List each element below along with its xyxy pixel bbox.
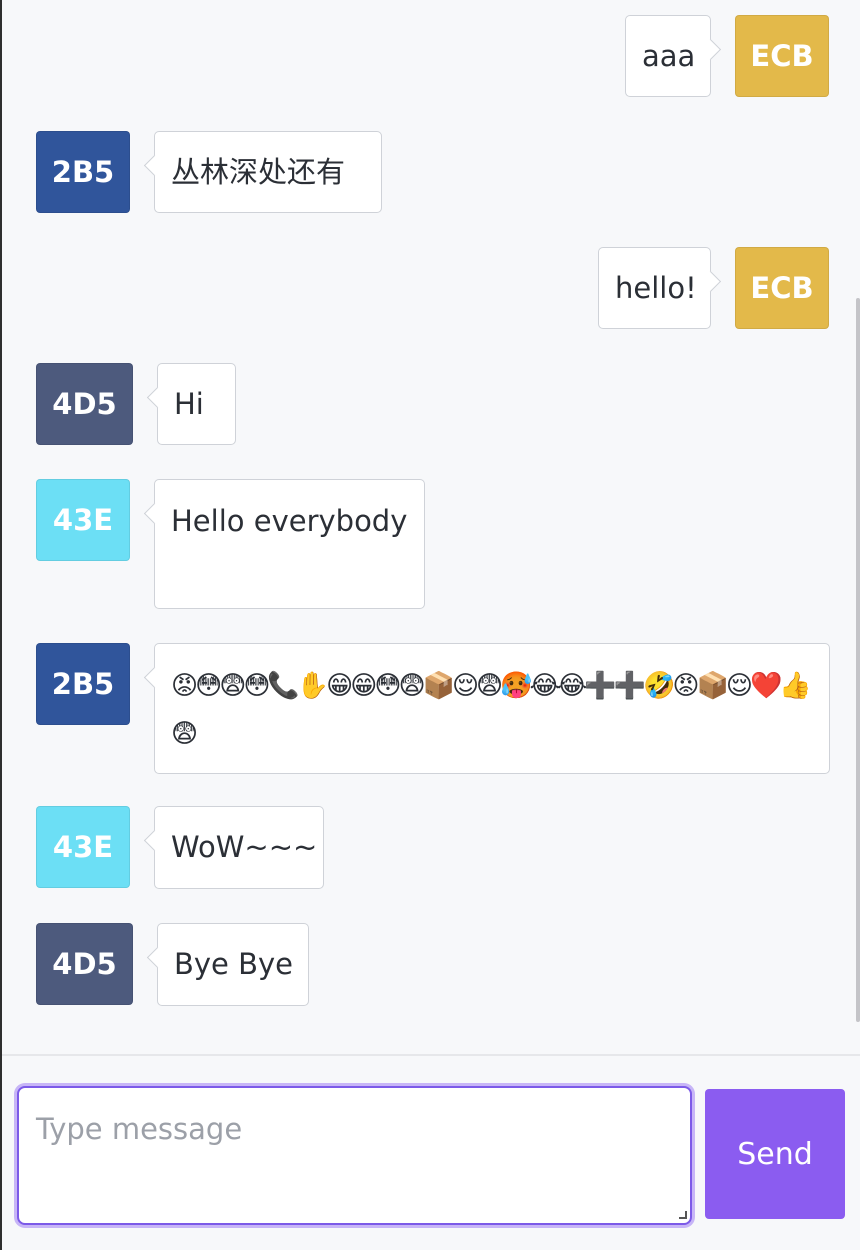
message-text: Hi (174, 387, 204, 421)
send-button[interactable]: Send (705, 1089, 845, 1219)
message-text: 😡😳😨😳📞✋😁😁😳😨📦😌😨🥵😂😂➕➕🤣😡📦😌❤️👍😨 (171, 671, 812, 749)
message-text: 丛林深处还有 (171, 155, 346, 189)
avatar: 43E (36, 479, 130, 561)
avatar: 4D5 (36, 363, 133, 445)
message-bubble: aaa (625, 15, 711, 97)
scrollbar[interactable] (856, 298, 860, 1022)
avatar: ECB (735, 15, 829, 97)
avatar: 4D5 (36, 923, 133, 1005)
message-text: hello! (615, 271, 697, 305)
message-text: WoW~~~ (171, 830, 318, 864)
message-bubble: Hello everybody (154, 479, 425, 609)
composer-divider (2, 1054, 860, 1056)
message-outgoing: ECB aaa (625, 15, 829, 97)
message-bubble: 😡😳😨😳📞✋😁😁😳😨📦😌😨🥵😂😂➕➕🤣😡📦😌❤️👍😨 (154, 643, 830, 774)
message-incoming: 43E WoW~~~ (36, 806, 324, 889)
message-incoming: 2B5 😡😳😨😳📞✋😁😁😳😨📦😌😨🥵😂😂➕➕🤣😡📦😌❤️👍😨 (36, 643, 830, 774)
resize-handle-icon[interactable] (679, 1211, 687, 1219)
message-bubble: Hi (157, 363, 236, 445)
message-text: Hello everybody (171, 504, 408, 538)
message-bubble: WoW~~~ (154, 806, 324, 889)
message-incoming: 4D5 Hi (36, 363, 236, 445)
avatar: 43E (36, 806, 130, 888)
message-input[interactable] (17, 1086, 692, 1225)
message-list[interactable]: ECB aaa 2B5 丛林深处还有 ECB hello! 4D5 Hi 43E… (2, 0, 860, 1054)
avatar: ECB (735, 247, 829, 329)
message-incoming: 4D5 Bye Bye (36, 923, 309, 1006)
message-bubble: hello! (598, 247, 711, 329)
message-text: Bye Bye (174, 947, 294, 981)
message-text: aaa (642, 39, 696, 73)
message-incoming: 2B5 丛林深处还有 (36, 131, 382, 213)
message-outgoing: ECB hello! (598, 247, 829, 329)
message-incoming: 43E Hello everybody (36, 479, 425, 609)
message-bubble: Bye Bye (157, 923, 309, 1006)
message-bubble: 丛林深处还有 (154, 131, 382, 213)
avatar: 2B5 (36, 131, 130, 213)
avatar: 2B5 (36, 643, 130, 725)
